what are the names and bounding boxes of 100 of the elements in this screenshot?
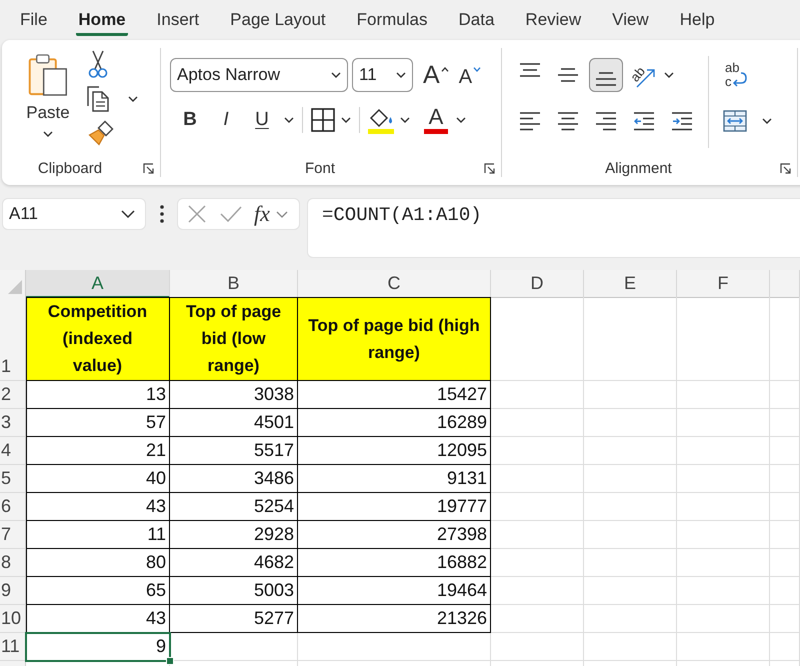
row-header[interactable]: 4 bbox=[0, 437, 26, 465]
font-size-dropdown[interactable]: 11 bbox=[352, 58, 413, 92]
row-header[interactable]: 6 bbox=[0, 493, 26, 521]
align-right-icon bbox=[595, 112, 617, 130]
dialog-launcher-icon[interactable] bbox=[780, 163, 791, 174]
table-cell bbox=[770, 577, 800, 605]
row-header[interactable]: 10 bbox=[0, 605, 26, 633]
table-cell: 9131 bbox=[298, 465, 491, 493]
ribbon-tab[interactable]: Review bbox=[523, 0, 584, 36]
chevron-icon[interactable] bbox=[128, 96, 138, 102]
align-left-icon bbox=[519, 112, 541, 130]
wrap-text-button[interactable]: ab c bbox=[722, 60, 748, 90]
align-bottom-icon bbox=[595, 72, 617, 86]
align-center-icon bbox=[557, 112, 579, 130]
dialog-launcher-icon[interactable] bbox=[484, 163, 495, 174]
name-box[interactable]: A11 bbox=[2, 198, 146, 230]
caret-up-icon bbox=[440, 67, 449, 72]
return-arrow-icon bbox=[733, 72, 747, 87]
borders-icon[interactable] bbox=[311, 108, 335, 132]
row-header[interactable]: 1 bbox=[0, 297, 26, 381]
table-cell bbox=[770, 605, 800, 633]
column-header[interactable]: E bbox=[584, 270, 677, 298]
group-label: Alignment bbox=[604, 160, 673, 177]
align-bottom-button[interactable] bbox=[589, 58, 623, 92]
chevron-icon[interactable] bbox=[400, 117, 410, 123]
table-cell bbox=[770, 381, 800, 409]
copy-icon[interactable] bbox=[86, 85, 110, 113]
table-cell: 3038 bbox=[170, 381, 298, 409]
scissors-icon[interactable] bbox=[88, 50, 108, 78]
row-header[interactable]: 7 bbox=[0, 521, 26, 549]
corner-triangle-icon bbox=[8, 280, 22, 294]
table-cell: 27398 bbox=[298, 521, 491, 549]
ribbon-tab[interactable]: Formulas bbox=[354, 0, 430, 36]
table-cell: 5254 bbox=[170, 493, 298, 521]
column-header[interactable]: D bbox=[491, 270, 584, 298]
group-label: Font bbox=[304, 160, 336, 177]
table-cell: 11 bbox=[26, 521, 170, 549]
table-cell bbox=[770, 549, 800, 577]
table-cell: 21 bbox=[26, 437, 170, 465]
table-cell bbox=[770, 493, 800, 521]
table-cell: 4501 bbox=[170, 409, 298, 437]
table-cell: 16882 bbox=[298, 549, 491, 577]
fill-handle[interactable] bbox=[166, 657, 174, 665]
ribbon-tab[interactable]: Insert bbox=[154, 0, 202, 36]
increase-indent-icon bbox=[671, 112, 693, 130]
bold-button[interactable]: B bbox=[172, 104, 208, 136]
caret-down-icon bbox=[473, 67, 482, 72]
chevron-icon[interactable] bbox=[284, 117, 294, 123]
merge-cells-icon[interactable] bbox=[723, 110, 747, 132]
table-cell bbox=[770, 409, 800, 437]
underline-button[interactable]: U bbox=[244, 104, 280, 136]
align-top-icon bbox=[519, 63, 541, 77]
row-header[interactable]: 5 bbox=[0, 465, 26, 493]
row-header[interactable]: 11 bbox=[0, 633, 26, 661]
ribbon-tab[interactable]: Page Layout bbox=[228, 0, 328, 36]
align-middle-icon bbox=[557, 68, 579, 82]
table-cell: 4682 bbox=[170, 549, 298, 577]
chevron-icon bbox=[396, 72, 406, 78]
ribbon-tab[interactable]: Data bbox=[456, 0, 496, 36]
color-bar-icon bbox=[424, 129, 448, 134]
ribbon-tab[interactable]: View bbox=[610, 0, 651, 36]
italic-button[interactable]: I bbox=[208, 104, 244, 136]
table-cell: 12095 bbox=[298, 437, 491, 465]
ribbon-tab[interactable]: File bbox=[18, 0, 50, 36]
table-cell: 65 bbox=[26, 577, 170, 605]
row-header[interactable]: 9 bbox=[0, 577, 26, 605]
table-cell bbox=[770, 521, 800, 549]
header-cell: Competition (indexed value) bbox=[26, 297, 170, 381]
decrease-indent-icon bbox=[633, 112, 655, 130]
orientation-button[interactable]: ab bbox=[628, 60, 658, 90]
grow-font-button[interactable]: A bbox=[423, 61, 449, 89]
table-cell: 2928 bbox=[170, 521, 298, 549]
ribbon-tab[interactable]: Help bbox=[678, 0, 717, 36]
more-options-icon[interactable] bbox=[160, 205, 164, 223]
chevron-icon bbox=[43, 131, 53, 137]
table-cell: 9 bbox=[26, 633, 170, 661]
chevron-icon[interactable] bbox=[456, 117, 466, 123]
chevron-icon[interactable] bbox=[762, 118, 772, 124]
formula-input[interactable]: =COUNT(A1:A10) bbox=[307, 198, 800, 258]
paintbrush-icon[interactable] bbox=[88, 120, 114, 146]
paste-button[interactable]: Paste bbox=[20, 50, 76, 156]
row-header[interactable]: 3 bbox=[0, 409, 26, 437]
chevron-icon[interactable] bbox=[664, 72, 674, 78]
column-header[interactable]: F bbox=[677, 270, 770, 298]
font-name-dropdown[interactable]: Aptos Narrow bbox=[170, 58, 348, 92]
paint-bucket-icon[interactable] bbox=[368, 106, 394, 134]
shrink-font-button[interactable]: A bbox=[458, 61, 482, 89]
chevron-icon[interactable] bbox=[341, 117, 351, 123]
font-color-button[interactable]: A bbox=[422, 106, 450, 134]
table-cell: 43 bbox=[26, 605, 170, 633]
insert-function-button[interactable]: fx bbox=[254, 202, 270, 226]
check-icon[interactable] bbox=[220, 206, 242, 222]
dialog-launcher-icon[interactable] bbox=[143, 163, 154, 174]
ribbon-tab[interactable]: Home bbox=[76, 0, 128, 36]
row-header[interactable]: 8 bbox=[0, 549, 26, 577]
row-header[interactable]: 2 bbox=[0, 381, 26, 409]
chevron-icon bbox=[331, 72, 341, 78]
column-header[interactable]: A bbox=[26, 270, 170, 298]
table-cell bbox=[770, 465, 800, 493]
table-cell: 40 bbox=[26, 465, 170, 493]
